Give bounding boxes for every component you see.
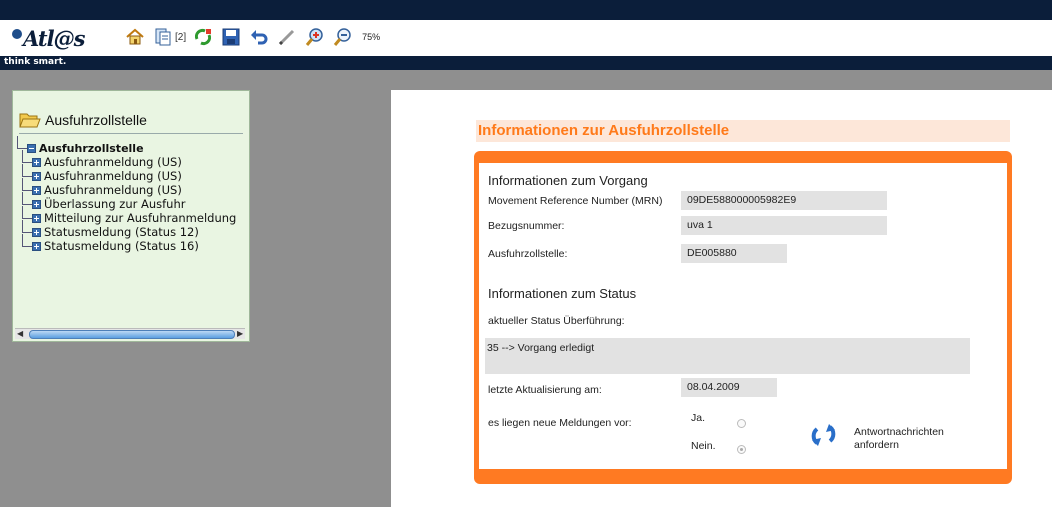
open-folder-icon [19, 113, 41, 128]
documents-icon[interactable] [152, 26, 174, 48]
expand-icon[interactable] [32, 227, 41, 237]
tree-connector [22, 163, 32, 177]
atlas-logo: Atl@s [12, 26, 85, 51]
last-update-value: 08.04.2009 [681, 378, 777, 397]
slogan-bar: think smart. [0, 56, 1052, 70]
home-icon[interactable] [124, 26, 146, 48]
bezug-value: uva 1 [681, 216, 887, 235]
tree-item-label: Ausfuhranmeldung (US) [44, 155, 182, 169]
toolbar: Atl@s [2] 75% [0, 20, 1052, 56]
tree-connector [22, 205, 32, 219]
tree-item[interactable]: Ausfuhranmeldung (US) [17, 149, 236, 169]
expand-icon[interactable] [32, 241, 41, 251]
scroll-right-icon[interactable]: ▶ [237, 329, 243, 338]
tree-item[interactable]: Überlassung zur Ausfuhr [17, 191, 236, 211]
info-card-body: Informationen zum Vorgang Movement Refer… [479, 163, 1007, 469]
content-panel: Informationen zur Ausfuhrzollstelle Info… [391, 90, 1052, 507]
tree-panel-title: Ausfuhrzollstelle [45, 112, 147, 128]
tree-connector [22, 191, 32, 205]
expand-icon[interactable] [32, 213, 41, 223]
section-heading-vorgang: Informationen zum Vorgang [488, 173, 648, 188]
scrollbar-thumb[interactable] [29, 330, 235, 339]
content-header: Informationen zur Ausfuhrzollstelle [476, 120, 1010, 142]
mrn-value: 09DE588000005982E9 [681, 191, 887, 210]
refresh-icon[interactable] [809, 421, 839, 449]
tree-connector [17, 136, 27, 149]
horizontal-scrollbar[interactable]: ◀ ▶ [15, 328, 245, 339]
expand-icon[interactable] [32, 157, 41, 167]
tree-item[interactable]: Statusmeldung (Status 16) [17, 233, 236, 253]
logo-swirl-icon [12, 29, 22, 39]
last-update-label: letzte Aktualisierung am: [488, 384, 602, 396]
tree-connector [22, 177, 32, 191]
undo-icon[interactable] [248, 26, 270, 48]
tree-item-label: Überlassung zur Ausfuhr [44, 197, 186, 211]
zollstelle-label: Ausfuhrzollstelle: [488, 248, 568, 260]
mrn-label: Movement Reference Number (MRN) [488, 195, 663, 207]
tree-connector [22, 233, 32, 247]
tree-item[interactable]: Mitteilung zur Ausfuhranmeldung [17, 205, 237, 225]
tree-panel: Ausfuhrzollstelle Ausfuhrzollstelle Ausf… [12, 90, 250, 342]
tree-item[interactable]: Ausfuhranmeldung (US) [17, 177, 236, 197]
tree-root[interactable]: Ausfuhrzollstelle [17, 136, 236, 155]
request-responses-link[interactable]: Antwortnachrichten anfordern [854, 426, 974, 452]
radio-no[interactable] [737, 445, 746, 454]
bezug-label: Bezugsnummer: [488, 220, 565, 232]
tree-item-label: Ausfuhranmeldung (US) [44, 183, 182, 197]
tree-root-label: Ausfuhrzollstelle [39, 142, 144, 155]
expand-icon[interactable] [32, 185, 41, 195]
tree-item-label: Statusmeldung (Status 16) [44, 239, 199, 253]
info-card: Informationen zum Vorgang Movement Refer… [474, 151, 1012, 484]
zollstelle-value: DE005880 [681, 244, 787, 263]
tree-connector [22, 219, 32, 233]
new-messages-label: es liegen neue Meldungen vor: [488, 417, 632, 429]
scroll-left-icon[interactable]: ◀ [17, 329, 23, 338]
tree-item-label: Mitteilung zur Ausfuhranmeldung [44, 211, 237, 225]
expand-icon[interactable] [32, 199, 41, 209]
page-title: Informationen zur Ausfuhrzollstelle [478, 122, 730, 139]
zoom-in-icon[interactable] [304, 26, 326, 48]
radio-no-label: Nein. [691, 440, 716, 452]
slogan-text: think smart. [4, 57, 67, 67]
radio-yes[interactable] [737, 419, 746, 428]
zoom-out-icon[interactable] [332, 26, 354, 48]
recycle-icon[interactable] [192, 26, 214, 48]
tree-panel-header: Ausfuhrzollstelle [19, 107, 243, 134]
tree-item-label: Ausfuhranmeldung (US) [44, 169, 182, 183]
tree: Ausfuhrzollstelle Ausfuhranmeldung (US) … [17, 136, 237, 253]
tree-item[interactable]: Ausfuhranmeldung (US) [17, 163, 236, 183]
zoom-level[interactable]: 75% [362, 32, 380, 42]
expand-icon[interactable] [32, 171, 41, 181]
tree-item[interactable]: Statusmeldung (Status 12) [17, 219, 236, 239]
section-heading-status: Informationen zum Status [488, 286, 637, 301]
top-band [0, 0, 1052, 20]
radio-yes-label: Ja. [691, 412, 706, 424]
page-count: [2] [175, 31, 187, 43]
tree-connector [22, 149, 32, 163]
tree-item-label: Statusmeldung (Status 12) [44, 225, 199, 239]
edit-icon[interactable] [276, 26, 298, 48]
current-status-label: aktueller Status Überführung: [488, 315, 625, 327]
save-icon[interactable] [220, 26, 242, 48]
current-status-value: 35 --> Vorgang erledigt [485, 338, 970, 374]
